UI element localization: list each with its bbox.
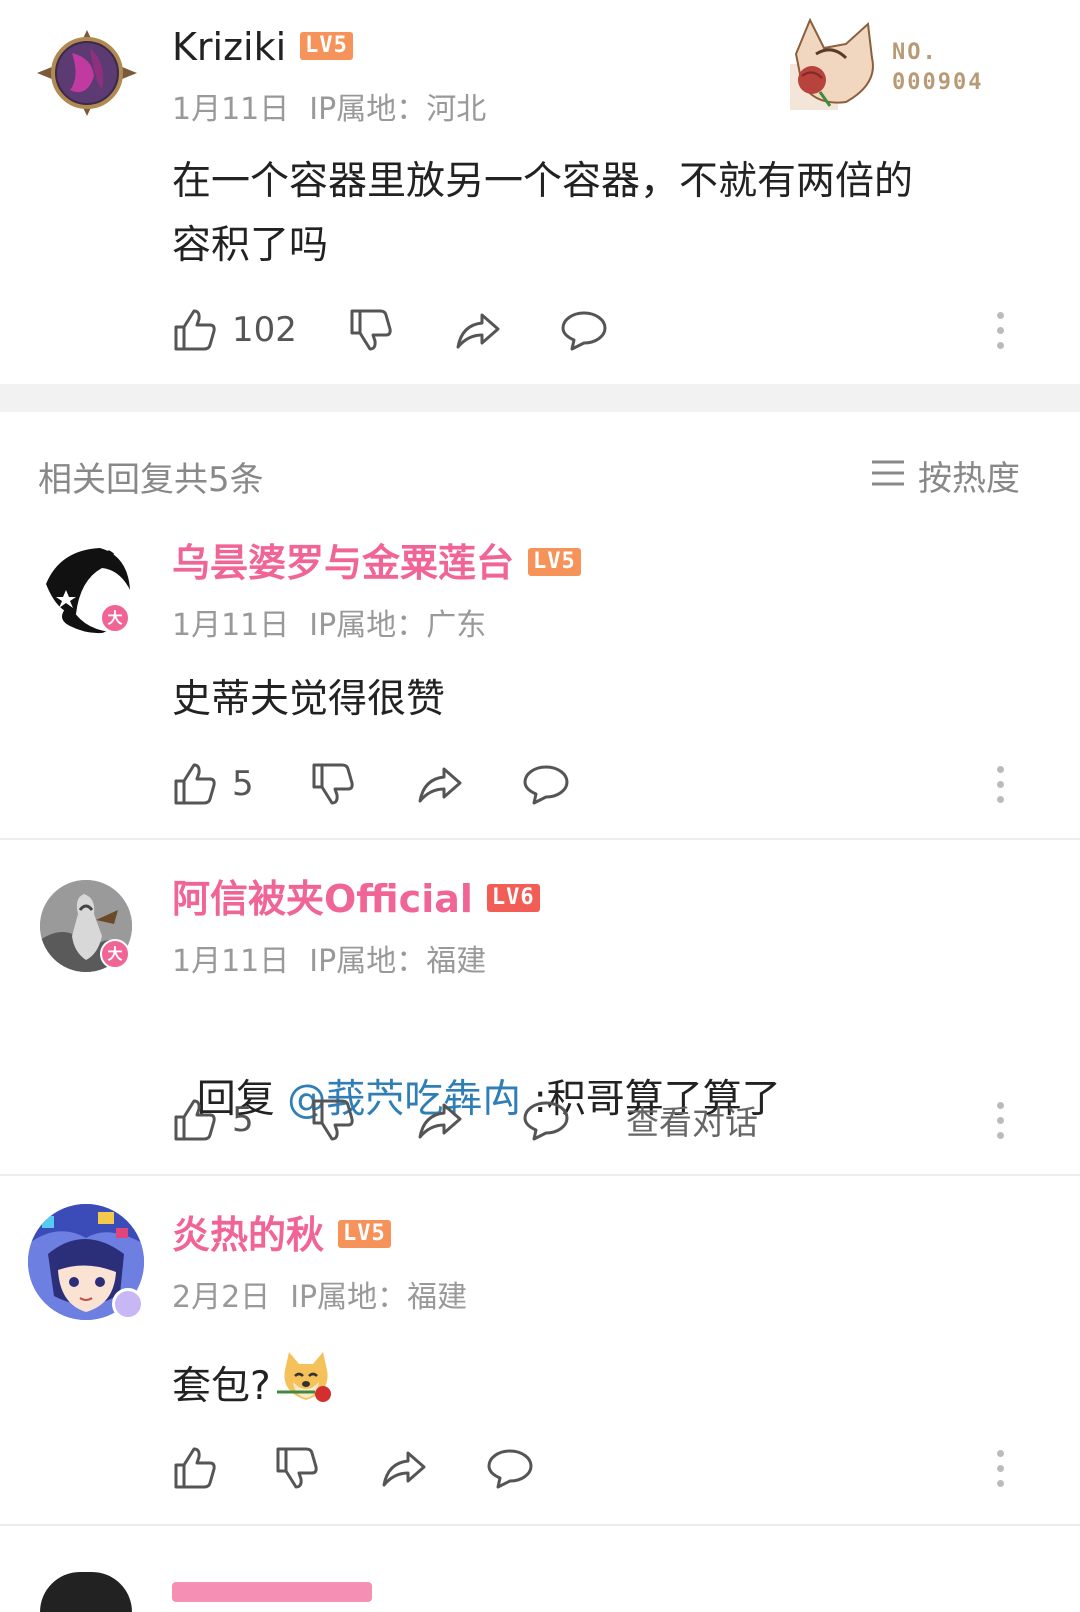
action-bar: 5 查看对话 [172, 1090, 1032, 1150]
username-text[interactable]: Kriziki [172, 25, 286, 69]
badge-text: 大 [107, 609, 123, 627]
reply-text: 套包? [172, 1364, 271, 1409]
thumb-down-icon [310, 1097, 356, 1143]
more-icon[interactable] [994, 1090, 1006, 1150]
reply-content: 套包? [172, 1346, 337, 1428]
big-member-badge: 大 [100, 603, 130, 633]
more-icon[interactable] [994, 1438, 1006, 1498]
username-text[interactable]: 阿信被夹Official [172, 877, 473, 921]
share-button[interactable] [454, 300, 502, 360]
comment-meta: 1月11日 IP属地：福建 [172, 936, 486, 980]
like-button[interactable]: 5 [172, 754, 254, 814]
action-bar: 5 [172, 754, 1032, 814]
dislike-button[interactable] [310, 1090, 356, 1150]
sort-label: 按热度 [918, 458, 1020, 499]
share-icon [416, 761, 464, 807]
thumb-up-icon [172, 1445, 218, 1491]
ip-location: IP属地：福建 [309, 944, 487, 979]
sort-toggle[interactable]: 按热度 [870, 452, 1020, 499]
username-text[interactable]: 炎热的秋 [172, 1213, 324, 1257]
comment-content-line-2: 容积了吗 [172, 223, 329, 268]
comment-icon [560, 307, 608, 353]
next-username-partial [172, 1582, 372, 1602]
fan-sticker [786, 14, 886, 114]
share-button[interactable] [380, 1438, 428, 1498]
dislike-button[interactable] [274, 1438, 320, 1498]
dislike-button[interactable] [348, 300, 394, 360]
username[interactable]: 阿信被夹Official LV6 [172, 876, 540, 922]
view-conversation-link[interactable]: 查看对话 [626, 1090, 758, 1150]
badge-text: 大 [107, 945, 123, 963]
share-button[interactable] [416, 754, 464, 814]
more-icon[interactable] [994, 300, 1006, 360]
reply-divider [0, 838, 1080, 840]
ip-location: IP属地：广东 [309, 608, 487, 643]
comment-date: 1月11日 [172, 944, 290, 979]
comment-button[interactable] [522, 1090, 570, 1150]
action-bar [172, 1438, 1032, 1498]
comment-content: 在一个容器里放另一个容器，不就有两倍的 容积了吗 [172, 150, 1032, 278]
ip-location: IP属地：河北 [309, 92, 487, 127]
section-separator [0, 384, 1080, 412]
dislike-button[interactable] [310, 754, 356, 814]
like-button[interactable]: 102 [172, 300, 297, 360]
sticker-number-value: 000904 [892, 70, 984, 95]
comment-icon [486, 1445, 534, 1491]
username[interactable]: Kriziki LV5 [172, 24, 353, 70]
comment-date: 1月11日 [172, 608, 290, 643]
like-button[interactable] [172, 1438, 232, 1498]
comment-button[interactable] [486, 1438, 534, 1498]
like-count: 5 [232, 1100, 254, 1140]
thumb-up-icon [172, 307, 218, 353]
comment-date: 2月2日 [172, 1280, 271, 1315]
username-text[interactable]: 乌昙婆罗与金粟莲台 [172, 541, 514, 585]
like-count: 102 [232, 310, 297, 350]
replies-count-title: 相关回复共5条 [38, 460, 264, 500]
doge-rose-emoji-icon [275, 1346, 337, 1428]
view-conversation-label: 查看对话 [626, 1103, 758, 1142]
thumb-down-icon [348, 307, 394, 353]
action-bar: 102 [172, 300, 1032, 360]
next-avatar-partial [40, 1572, 132, 1612]
sort-icon [870, 458, 906, 492]
reply-content: 史蒂夫觉得很赞 [172, 677, 446, 722]
reply-divider [0, 1174, 1080, 1176]
comment-button[interactable] [560, 300, 608, 360]
comment-meta: 2月2日 IP属地：福建 [172, 1272, 467, 1316]
share-icon [454, 307, 502, 353]
comment-icon [522, 1097, 570, 1143]
comment-icon [522, 761, 570, 807]
share-button[interactable] [416, 1090, 464, 1150]
reply-divider [0, 1524, 1080, 1526]
thumb-up-icon [172, 1097, 218, 1143]
thumb-down-icon [310, 761, 356, 807]
comment-meta: 1月11日 IP属地：广东 [172, 600, 486, 644]
level-badge: LV5 [338, 1219, 391, 1248]
big-member-badge: 大 [100, 939, 130, 969]
username[interactable]: 乌昙婆罗与金粟莲台 LV5 [172, 540, 581, 586]
thumb-down-icon [274, 1445, 320, 1491]
level-badge: LV5 [300, 31, 353, 60]
comment-meta: 1月11日 IP属地：河北 [172, 84, 486, 128]
thumb-up-icon [172, 761, 218, 807]
sticker-number-label: NO. [892, 40, 938, 65]
like-button[interactable]: 5 [172, 1090, 254, 1150]
username[interactable]: 炎热的秋 LV5 [172, 1212, 391, 1258]
share-icon [416, 1097, 464, 1143]
like-count: 5 [232, 764, 254, 804]
comment-date: 1月11日 [172, 92, 290, 127]
comment-content-line-1: 在一个容器里放另一个容器，不就有两倍的 [172, 159, 914, 204]
level-badge: LV6 [486, 883, 540, 912]
comment-button[interactable] [522, 754, 570, 814]
more-icon[interactable] [994, 754, 1006, 814]
avatar[interactable] [32, 28, 142, 118]
level-badge: LV5 [528, 547, 581, 576]
ip-location: IP属地：福建 [290, 1280, 468, 1315]
verified-badge [112, 1288, 144, 1320]
share-icon [380, 1445, 428, 1491]
